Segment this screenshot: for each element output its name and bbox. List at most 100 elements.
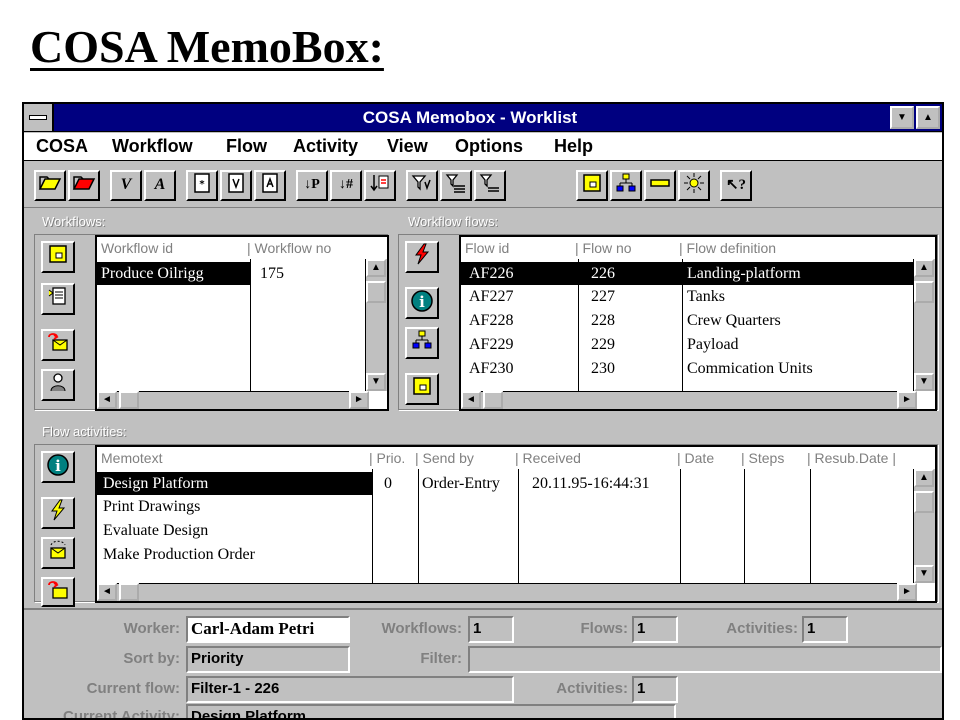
activity-return-mail-icon[interactable]: [41, 577, 75, 607]
activity-lightning-icon[interactable]: [41, 497, 75, 529]
col-workflow-id[interactable]: Workflow id: [101, 237, 173, 259]
sun-icon[interactable]: [678, 170, 710, 201]
workflow-row[interactable]: Produce Oilrigg: [97, 262, 250, 285]
current-activity-label: Current Activity:: [63, 708, 180, 720]
scroll-left-icon[interactable]: ◄: [461, 391, 481, 409]
filter-icon[interactable]: [474, 170, 506, 201]
menu-options[interactable]: Options: [455, 136, 523, 157]
scroll-down-icon[interactable]: ▼: [366, 373, 386, 391]
col-memotext[interactable]: Memotext: [101, 447, 162, 469]
minimize-button[interactable]: ▼: [890, 106, 914, 129]
workflow-mail-icon[interactable]: [41, 329, 75, 361]
yellow-bar-icon[interactable]: [644, 170, 676, 201]
activity-row[interactable]: Print Drawings: [97, 495, 372, 518]
scroll-thumb[interactable]: [366, 281, 386, 303]
activities-vscroll[interactable]: ▲ ▼: [913, 469, 935, 583]
flow-note-icon[interactable]: [405, 373, 439, 405]
received-cell: 20.11.95-16:44:31: [532, 475, 650, 492]
scroll-thumb[interactable]: [914, 281, 934, 303]
menu-view[interactable]: View: [387, 136, 428, 157]
menu-help[interactable]: Help: [554, 136, 593, 157]
new-document-icon[interactable]: *: [186, 170, 218, 201]
maximize-button[interactable]: ▲: [916, 106, 940, 129]
sort-number-icon[interactable]: ↓#: [330, 170, 362, 201]
scroll-right-icon[interactable]: ►: [349, 391, 369, 409]
col-flow-definition[interactable]: | Flow definition: [679, 237, 776, 259]
flow-hierarchy-icon[interactable]: [405, 327, 439, 359]
hscroll-thumb[interactable]: [483, 391, 503, 409]
sort-list-icon[interactable]: [364, 170, 396, 201]
scroll-down-icon[interactable]: ▼: [914, 565, 934, 583]
sort-p-icon[interactable]: ↓P: [296, 170, 328, 201]
scroll-down-icon[interactable]: ▼: [914, 373, 934, 391]
activity-row[interactable]: Make Production Order: [97, 543, 372, 566]
flows-vscroll[interactable]: ▲ ▼: [913, 259, 935, 391]
lightning-icon[interactable]: [405, 241, 439, 273]
workflows-list[interactable]: Workflow id | Workflow no Produce Oilrig…: [95, 235, 389, 411]
scroll-left-icon[interactable]: ◄: [97, 391, 117, 409]
scroll-up-icon[interactable]: ▲: [366, 259, 386, 277]
open-folder-icon[interactable]: [34, 170, 66, 201]
flow-row[interactable]: AF229 229 Payload: [461, 333, 917, 356]
activity-row-details[interactable]: 0 Order-Entry 20.11.95-16:44:31: [372, 472, 917, 495]
flow-activities-list[interactable]: Memotext | Prio. | Send by | Received | …: [95, 445, 937, 603]
flow-row[interactable]: AF227 227 Tanks: [461, 285, 917, 308]
hierarchy-icon[interactable]: [610, 170, 642, 201]
flow-row[interactable]: AF230 230 Commication Units: [461, 357, 917, 380]
info-icon[interactable]: i: [405, 287, 439, 319]
workflows-vscroll[interactable]: ▲ ▼: [365, 259, 387, 391]
hscroll-thumb[interactable]: [119, 583, 139, 601]
filter-list-icon[interactable]: [440, 170, 472, 201]
activity-mail-icon[interactable]: [41, 537, 75, 569]
scroll-up-icon[interactable]: ▲: [914, 469, 934, 487]
col-received[interactable]: | Received: [515, 447, 581, 469]
flow-def-cell: Tanks: [687, 288, 725, 305]
flows-hscroll[interactable]: ◄ ►: [461, 391, 917, 409]
svg-text:i: i: [419, 293, 425, 311]
flow-row[interactable]: AF228 228 Crew Quarters: [461, 309, 917, 332]
system-menu-icon[interactable]: [24, 104, 54, 131]
document-a-icon[interactable]: [254, 170, 286, 201]
filter-v-icon[interactable]: [406, 170, 438, 201]
note-icon[interactable]: [576, 170, 608, 201]
sort-by-field[interactable]: Priority: [186, 646, 350, 673]
workflow-row-no[interactable]: 175: [250, 262, 360, 285]
col-flow-id[interactable]: Flow id: [465, 237, 509, 259]
scroll-thumb[interactable]: [914, 491, 934, 513]
col-workflow-no[interactable]: | Workflow no: [247, 237, 331, 259]
workflow-flows-list[interactable]: Flow id | Flow no | Flow definition AF22…: [459, 235, 937, 411]
flow-row[interactable]: AF226 226 Landing-platform: [461, 262, 917, 285]
open-folder-red-icon[interactable]: [68, 170, 100, 201]
menu-activity[interactable]: Activity: [293, 136, 358, 157]
col-resub-date[interactable]: | Resub.Date |: [807, 447, 896, 469]
activity-row[interactable]: Design Platform: [97, 472, 372, 495]
menu-flow[interactable]: Flow: [226, 136, 267, 157]
col-flow-no[interactable]: | Flow no: [575, 237, 632, 259]
workflow-person-icon[interactable]: [41, 369, 75, 401]
scroll-left-icon[interactable]: ◄: [97, 583, 117, 601]
scroll-right-icon[interactable]: ►: [897, 391, 917, 409]
activity-info-icon[interactable]: i: [41, 451, 75, 483]
v-icon[interactable]: V: [110, 170, 142, 201]
activities-hscroll[interactable]: ◄ ►: [97, 583, 917, 601]
col-date[interactable]: | Date: [677, 447, 714, 469]
a-icon[interactable]: A: [144, 170, 176, 201]
menu-workflow[interactable]: Workflow: [112, 136, 193, 157]
col-prio[interactable]: | Prio.: [369, 447, 405, 469]
flow-no-cell: 230: [591, 360, 615, 377]
scroll-right-icon[interactable]: ►: [897, 583, 917, 601]
col-send-by[interactable]: | Send by: [415, 447, 474, 469]
workflow-note-icon[interactable]: [41, 241, 75, 273]
workflow-id-cell: Produce Oilrigg: [101, 265, 204, 282]
document-v-icon[interactable]: [220, 170, 252, 201]
filter-field[interactable]: [468, 646, 942, 673]
activities-count-label: Activities:: [726, 620, 798, 637]
scroll-up-icon[interactable]: ▲: [914, 259, 934, 277]
help-arrow-icon[interactable]: ↖?: [720, 170, 752, 201]
menu-cosa[interactable]: COSA: [36, 136, 88, 157]
col-steps[interactable]: | Steps: [741, 447, 784, 469]
activity-row[interactable]: Evaluate Design: [97, 519, 372, 542]
hscroll-thumb[interactable]: [119, 391, 139, 409]
workflow-document-icon[interactable]: [41, 283, 75, 315]
workflows-hscroll[interactable]: ◄ ►: [97, 391, 369, 409]
